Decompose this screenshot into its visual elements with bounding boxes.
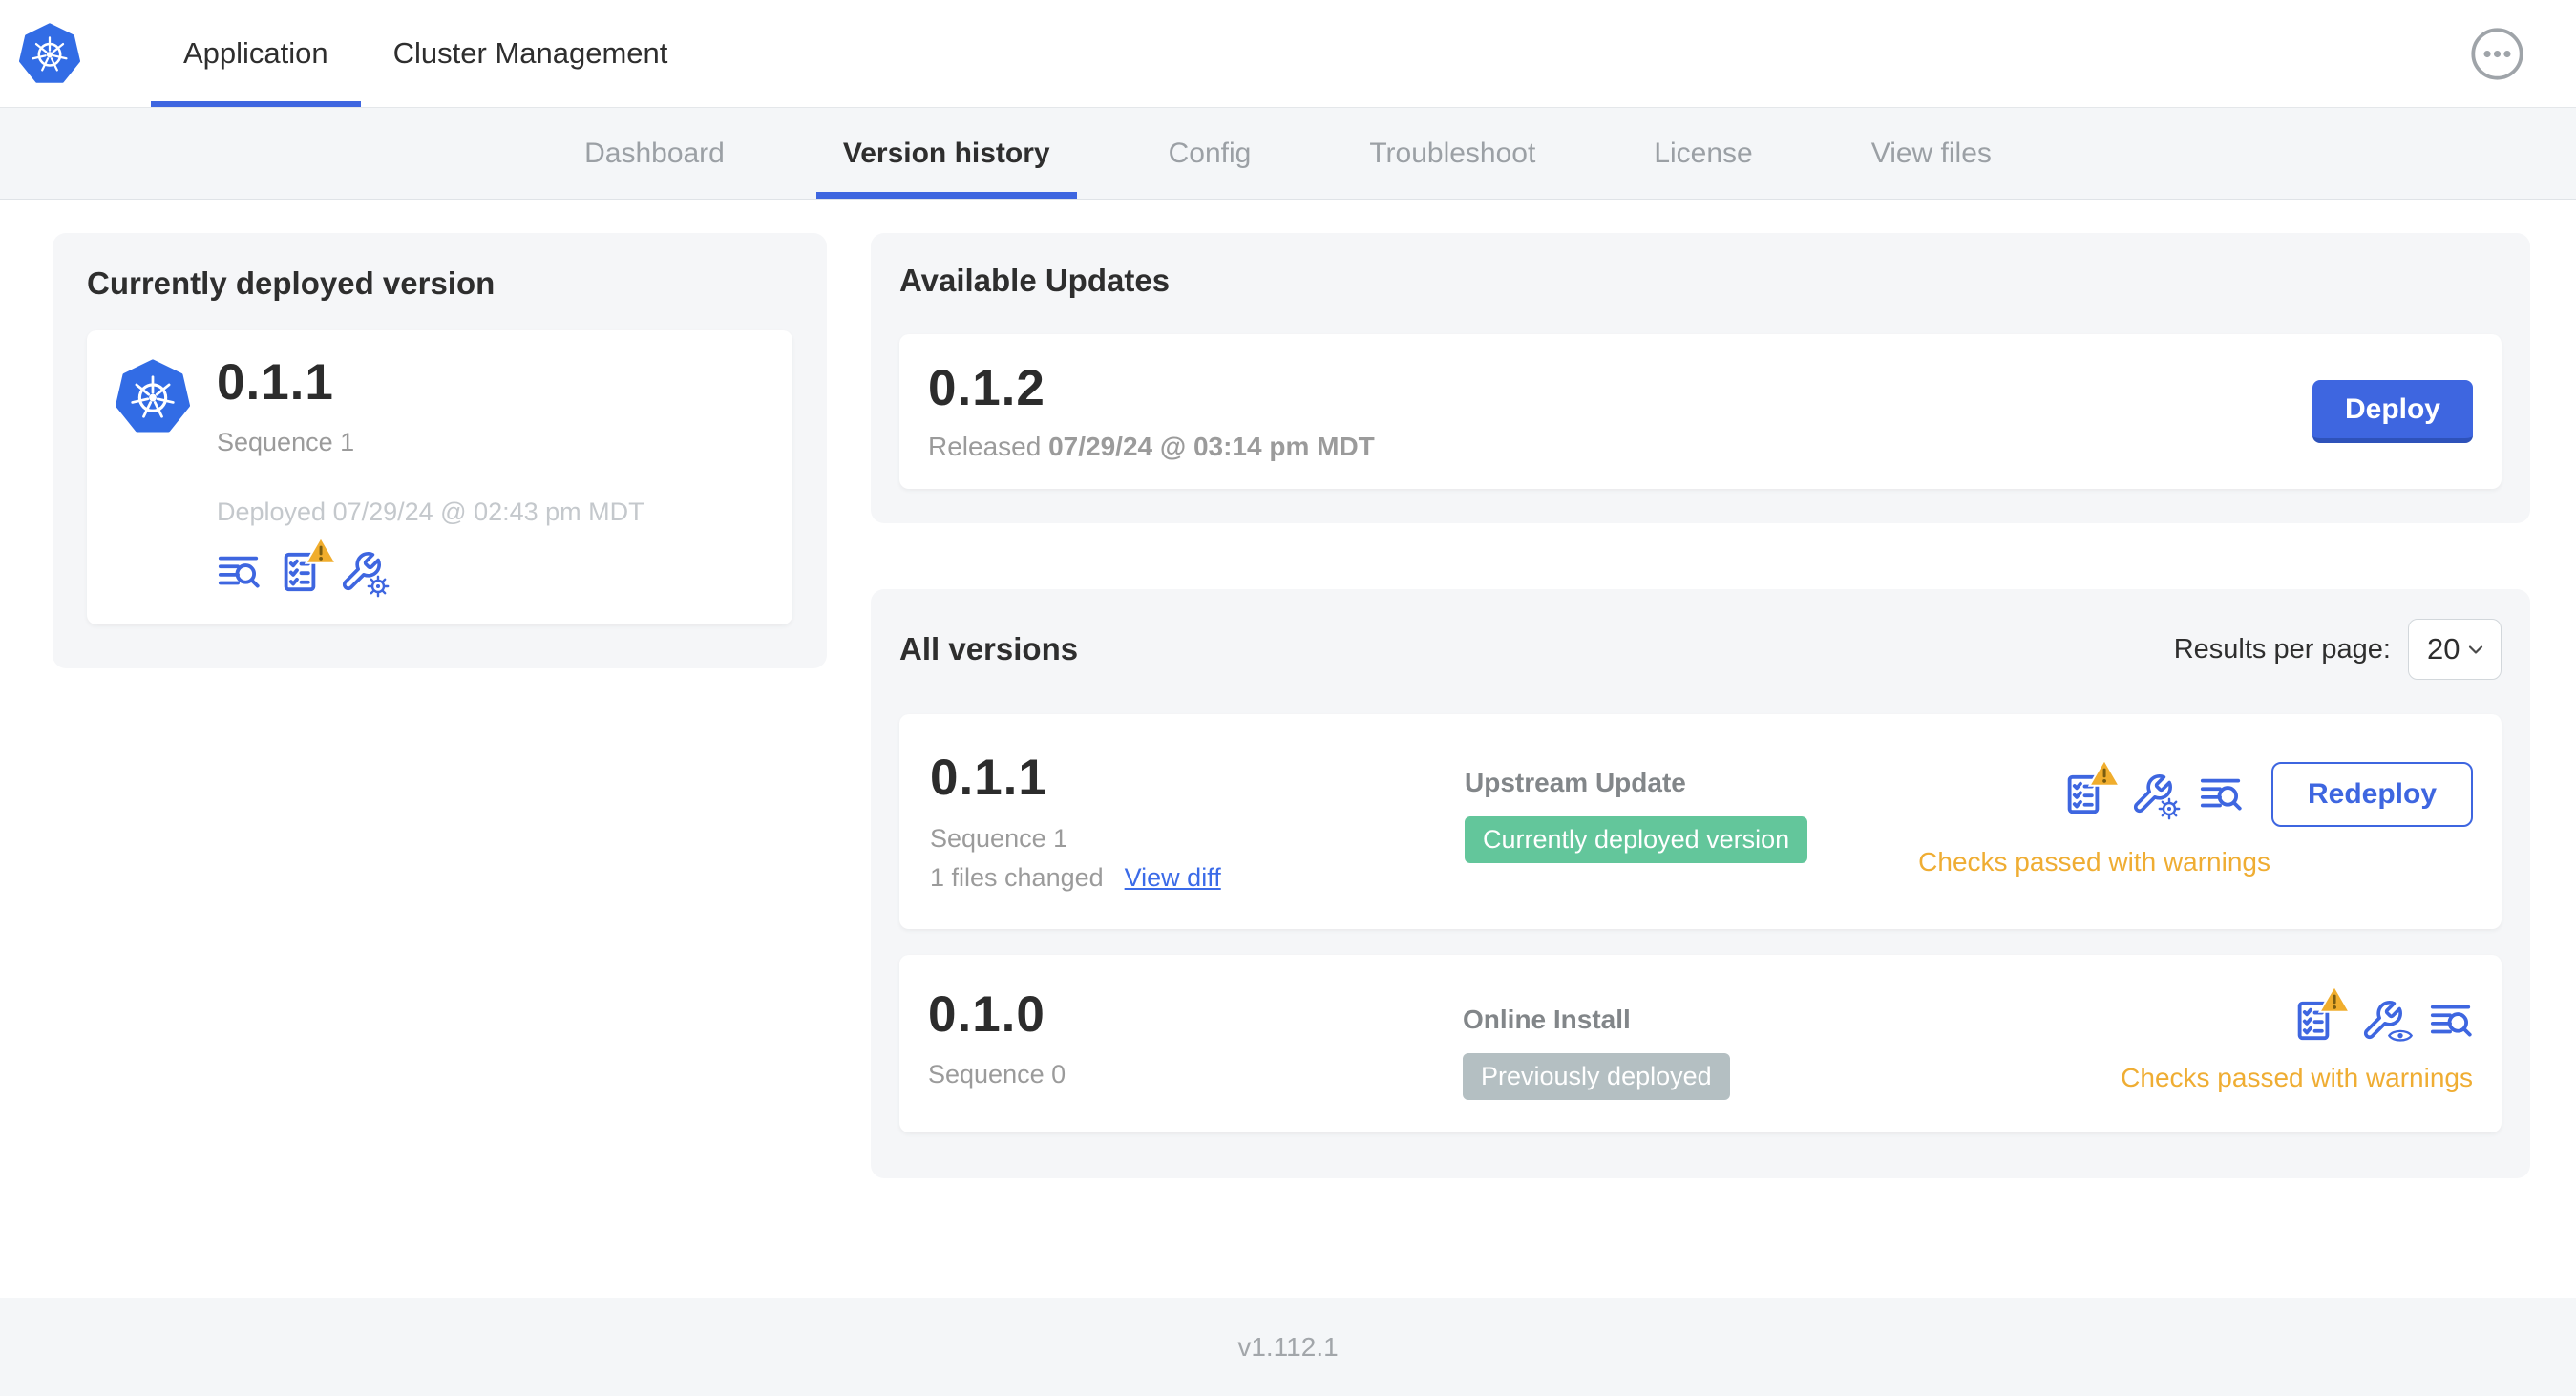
preflight-checks-icon[interactable]: [2061, 758, 2122, 816]
all-versions-title: All versions: [899, 631, 1079, 667]
deploy-logs-icon[interactable]: [217, 550, 261, 594]
deploy-logs-icon[interactable]: [2429, 999, 2473, 1043]
version-row-source: Online Install Previously deployed: [1463, 987, 2121, 1100]
current-version-sequence: Sequence 1: [217, 428, 355, 457]
chevron-down-icon: [2468, 645, 2483, 654]
row-version-number: 0.1.0: [928, 985, 1045, 1043]
subnav-label: Troubleshoot: [1369, 137, 1536, 169]
results-per-page-label: Results per page:: [2173, 633, 2391, 665]
version-row-0-1-0: 0.1.0 Sequence 0 Online Install Previous…: [899, 954, 2502, 1132]
app-footer: v1.112.1: [0, 1298, 2576, 1396]
warning-triangle-icon: [2317, 984, 2352, 1014]
source-label: Online Install: [1463, 1004, 1631, 1034]
currently-deployed-title: Currently deployed version: [87, 265, 496, 301]
deploy-logs-icon[interactable]: [2199, 772, 2243, 816]
subnav-item-config[interactable]: Config: [1142, 108, 1278, 199]
subnav-label: License: [1654, 137, 1753, 169]
tab-cluster-management-label: Cluster Management: [392, 36, 668, 70]
gear-icon: [367, 575, 390, 598]
subnav-item-license[interactable]: License: [1627, 108, 1779, 199]
version-row-info: 0.1.0 Sequence 0: [928, 985, 1463, 1100]
update-version-number: 0.1.2: [928, 360, 1045, 416]
version-row-actions: Checks passed with warnings: [2121, 984, 2473, 1100]
available-updates-title: Available Updates: [899, 263, 1171, 298]
row-sequence: Sequence 1: [930, 823, 1068, 853]
preflight-checks-icon[interactable]: [278, 536, 338, 594]
tab-application-label: Application: [183, 36, 328, 70]
update-released-line: Released 07/29/24 @ 03:14 pm MDT: [928, 432, 1375, 462]
currently-deployed-card: Currently deployed version 0.1.1 Sequenc…: [53, 233, 827, 669]
subnav-item-view-files[interactable]: View files: [1845, 108, 2018, 199]
files-changed-line: 1 files changed View diff: [930, 863, 1465, 893]
available-updates-card: Available Updates 0.1.2 Released 07/29/2…: [871, 233, 2530, 524]
subnav-label: Version history: [842, 137, 1050, 169]
subnav-item-version-history[interactable]: Version history: [815, 108, 1077, 199]
eye-icon: [2387, 1025, 2414, 1047]
row-version-number: 0.1.1: [930, 750, 1047, 807]
kubernetes-logo-icon: [19, 23, 80, 86]
subnav-label: Config: [1168, 137, 1252, 169]
version-row-actions: Redeploy Checks passed with warnings: [1918, 751, 2473, 892]
subnav-item-troubleshoot[interactable]: Troubleshoot: [1342, 108, 1562, 199]
current-version-number: 0.1.1: [217, 354, 334, 411]
status-badge: Previously deployed: [1463, 1052, 1730, 1100]
app-subnav: Dashboard Version history Config Trouble…: [0, 108, 2576, 200]
subnav-label: Dashboard: [584, 137, 725, 169]
all-versions-header: All versions Results per page: 20: [899, 619, 2502, 681]
results-per-page-select[interactable]: 20: [2408, 619, 2502, 681]
current-version-deployed-timestamp: Deployed 07/29/24 @ 02:43 pm MDT: [217, 497, 644, 527]
edit-config-icon[interactable]: [339, 550, 390, 598]
more-options-button[interactable]: [2470, 27, 2524, 81]
source-label: Upstream Update: [1465, 768, 1686, 798]
preflight-status-text: Checks passed with warnings: [2121, 1062, 2473, 1092]
status-badge: Currently deployed version: [1465, 816, 1808, 864]
files-changed-text: 1 files changed: [930, 862, 1104, 892]
current-version-actions: [217, 536, 644, 598]
more-options-icon: [2471, 28, 2523, 80]
header-tabs: Application Cluster Management: [151, 0, 700, 107]
edit-config-icon[interactable]: [2130, 772, 2181, 820]
available-update-row: 0.1.2 Released 07/29/24 @ 03:14 pm MDT D…: [899, 334, 2502, 490]
tab-application[interactable]: Application: [151, 0, 361, 107]
subnav-label: View files: [1870, 137, 1992, 169]
deploy-button[interactable]: Deploy: [2312, 380, 2473, 444]
version-row-info: 0.1.1 Sequence 1 1 files changed View di…: [930, 750, 1465, 893]
version-row-source: Upstream Update Currently deployed versi…: [1465, 751, 1918, 892]
currently-deployed-version-panel: 0.1.1 Sequence 1 Deployed 07/29/24 @ 02:…: [87, 330, 792, 625]
available-update-info: 0.1.2 Released 07/29/24 @ 03:14 pm MDT: [928, 360, 1375, 462]
version-row-0-1-1: 0.1.1 Sequence 1 1 files changed View di…: [899, 714, 2502, 929]
released-date: 07/29/24 @ 03:14 pm MDT: [1048, 432, 1375, 462]
results-per-page: Results per page: 20: [2173, 619, 2502, 681]
warning-triangle-icon: [304, 535, 338, 565]
redeploy-button[interactable]: Redeploy: [2270, 762, 2473, 828]
warning-triangle-icon: [2087, 757, 2122, 788]
preflight-checks-icon[interactable]: [2291, 984, 2352, 1043]
all-versions-card: All versions Results per page: 20 0.1.1 …: [871, 589, 2530, 1178]
version-history-page: Currently deployed version 0.1.1 Sequenc…: [0, 200, 2576, 1178]
app-header: Application Cluster Management: [0, 0, 2576, 108]
current-version-details: 0.1.1 Sequence 1 Deployed 07/29/24 @ 02:…: [217, 354, 644, 598]
view-config-icon[interactable]: [2360, 999, 2414, 1043]
view-diff-link[interactable]: View diff: [1125, 863, 1221, 893]
tab-cluster-management[interactable]: Cluster Management: [361, 0, 701, 107]
kubernetes-app-icon: [116, 359, 190, 435]
subnav-item-dashboard[interactable]: Dashboard: [558, 108, 751, 199]
released-label: Released: [928, 432, 1042, 462]
console-version: v1.112.1: [1237, 1331, 1339, 1362]
preflight-status-text: Checks passed with warnings: [1918, 847, 2270, 878]
right-column: Available Updates 0.1.2 Released 07/29/2…: [871, 233, 2530, 1178]
results-per-page-value: 20: [2427, 632, 2460, 666]
gear-icon: [2158, 797, 2181, 820]
row-sequence: Sequence 0: [928, 1059, 1066, 1089]
